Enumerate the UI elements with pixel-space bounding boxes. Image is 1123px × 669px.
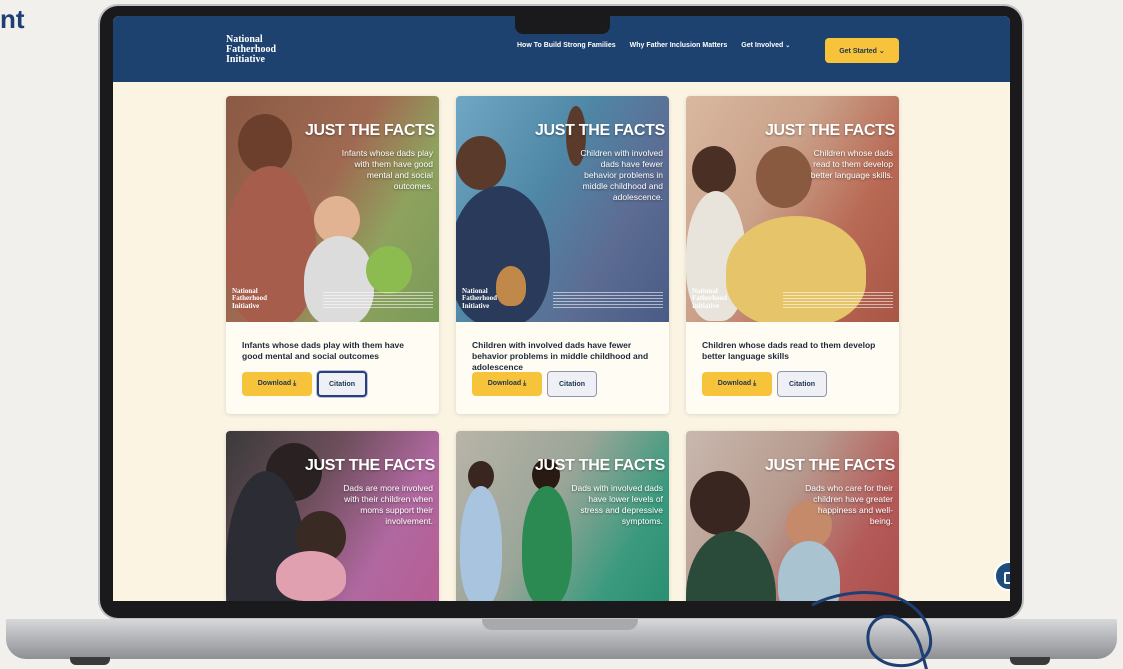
father-body <box>686 531 776 601</box>
image-logo: National Fatherhood Initiative <box>692 286 727 310</box>
student-body <box>460 486 502 601</box>
nav-get-involved[interactable]: Get Involved ⌄ <box>741 42 790 49</box>
chevron-down-icon: ⌄ <box>785 43 791 49</box>
laptop-foot <box>70 657 110 665</box>
fine-print <box>783 292 893 308</box>
chevron-down-icon: ⌄ <box>878 47 885 55</box>
card-caption: Children whose dads read to them develop… <box>702 340 876 361</box>
fact-image: JUST THE FACTS Children whose dads read … <box>686 96 899 322</box>
download-button[interactable]: Download ⤓ <box>242 372 312 396</box>
toy-figure <box>366 246 412 294</box>
image-logo: National Fatherhood Initiative <box>232 286 267 310</box>
father-figure <box>690 471 750 535</box>
facts-heading: JUST THE FACTS <box>764 457 895 474</box>
facts-heading: JUST THE FACTS <box>304 457 435 474</box>
facts-heading: JUST THE FACTS <box>764 122 895 139</box>
student-body <box>522 486 572 601</box>
fact-card: JUST THE FACTS Children whose dads read … <box>686 96 899 414</box>
facts-text: Children whose dads read to them develop… <box>810 148 893 180</box>
decorative-swirl <box>811 591 932 669</box>
facts-text: Infants whose dads play with them have g… <box>341 148 433 191</box>
girl-figure <box>692 146 736 194</box>
fact-card: JUST THE FACTS Dads who care for their c… <box>686 431 899 601</box>
facts-heading: JUST THE FACTS <box>534 122 665 139</box>
fact-image: JUST THE FACTS Dads are more involved wi… <box>226 431 439 601</box>
baby-figure <box>276 551 346 601</box>
boy-figure <box>456 136 506 190</box>
father-figure <box>238 114 292 174</box>
nav-how-to-build-strong-families[interactable]: How To Build Strong Families <box>517 42 616 49</box>
fact-card: JUST THE FACTS Infants whose dads play w… <box>226 96 439 414</box>
citation-button[interactable]: Citation <box>317 371 367 397</box>
infant-body <box>304 236 374 322</box>
camera-notch <box>515 12 610 34</box>
get-started-button[interactable]: Get Started ⌄ <box>825 38 899 63</box>
facts-text: Dads with involved dads have lower level… <box>571 483 663 526</box>
card-caption: Infants whose dads play with them have g… <box>242 340 405 361</box>
facts-text: Dads are more involved with their childr… <box>343 483 433 526</box>
main-nav: How To Build Strong Families Why Father … <box>517 42 790 49</box>
laptop-foot <box>1010 657 1050 665</box>
fact-image: JUST THE FACTS Dads who care for their c… <box>686 431 899 601</box>
fine-print <box>323 292 433 308</box>
download-button[interactable]: Download ⤓ <box>472 372 542 396</box>
corner-text: nt <box>0 4 25 34</box>
facts-text: Dads who care for their children have gr… <box>805 483 893 526</box>
fact-card: JUST THE FACTS Dads with involved dads h… <box>456 431 669 601</box>
fact-image: JUST THE FACTS Children with involved da… <box>456 96 669 322</box>
fact-card: JUST THE FACTS Children with involved da… <box>456 96 669 414</box>
download-icon: ⤓ <box>523 380 527 387</box>
site-logo[interactable]: National Fatherhood Initiative <box>226 35 276 65</box>
fact-image: JUST THE FACTS Infants whose dads play w… <box>226 96 439 322</box>
facts-text: Children with involved dads have fewer b… <box>580 148 663 202</box>
nav-why-father-inclusion-matters[interactable]: Why Father Inclusion Matters <box>630 42 728 49</box>
download-button[interactable]: Download ⤓ <box>702 372 772 396</box>
citation-button[interactable]: Citation <box>777 371 827 397</box>
facts-heading: JUST THE FACTS <box>304 122 435 139</box>
fact-image: JUST THE FACTS Dads with involved dads h… <box>456 431 669 601</box>
card-caption: Children with involved dads have fewer b… <box>472 340 649 372</box>
image-logo: National Fatherhood Initiative <box>462 286 497 310</box>
laptop-opening-notch <box>482 619 638 630</box>
facts-heading: JUST THE FACTS <box>534 457 665 474</box>
download-icon: ⤓ <box>753 380 757 387</box>
citation-button[interactable]: Citation <box>547 371 597 397</box>
fine-print <box>553 292 663 308</box>
card-footer: Children with involved dads have fewer b… <box>456 322 669 414</box>
card-footer: Infants whose dads play with them have g… <box>226 322 439 414</box>
fact-card: JUST THE FACTS Dads are more involved wi… <box>226 431 439 601</box>
chat-icon[interactable] <box>994 561 1010 591</box>
website-screen: National Fatherhood Initiative How To Bu… <box>113 16 1010 601</box>
card-footer: Children whose dads read to them develop… <box>686 322 899 414</box>
pencil-cup <box>496 266 526 306</box>
download-icon: ⤓ <box>293 380 297 387</box>
